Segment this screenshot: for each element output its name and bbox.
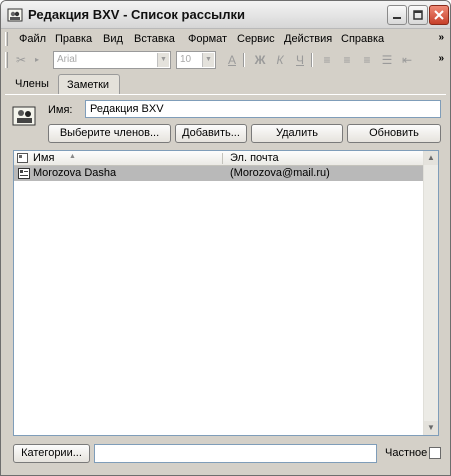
maximize-button[interactable] [408, 5, 428, 25]
toolbar-separator [243, 53, 245, 67]
menu-insert[interactable]: Вставка [134, 33, 175, 45]
vertical-scrollbar[interactable]: ▲ ▼ [423, 151, 438, 435]
align-right-icon[interactable]: ≡ [359, 52, 375, 68]
align-center-icon[interactable]: ≡ [339, 52, 355, 68]
menu-bar: Файл Правка Вид Вставка Формат Сервис Де… [1, 29, 450, 49]
close-icon [434, 10, 444, 20]
sort-ascending-icon: ▲ [69, 153, 76, 160]
list-header: Имя ▲ Эл. почта [14, 151, 424, 166]
menu-view[interactable]: Вид [103, 33, 123, 45]
menu-actions[interactable]: Действия [284, 33, 332, 45]
name-label: Имя: [48, 104, 73, 116]
title-bar[interactable]: Редакция BXV - Список рассылки [1, 1, 450, 29]
font-color-icon[interactable]: A [224, 52, 240, 68]
column-header-name[interactable]: Имя [33, 152, 54, 164]
menu-edit[interactable]: Правка [55, 33, 92, 45]
scroll-up-icon[interactable]: ▲ [424, 151, 438, 165]
contact-column-icon[interactable] [17, 153, 28, 163]
tab-members[interactable]: Члены [7, 74, 57, 94]
refresh-button[interactable]: Обновить [347, 124, 441, 143]
remove-button[interactable]: Удалить [251, 124, 343, 143]
menu-grip[interactable] [5, 32, 8, 46]
italic-button[interactable]: К [272, 52, 288, 68]
column-divider[interactable] [222, 153, 223, 164]
toolbar-separator [311, 53, 313, 67]
scroll-down-icon[interactable]: ▼ [424, 421, 438, 435]
menu-tools[interactable]: Сервис [237, 33, 275, 45]
window: Редакция BXV - Список рассылки Файл Прав… [0, 0, 451, 476]
align-left-icon[interactable]: ≡ [319, 52, 335, 68]
menu-help[interactable]: Справка [341, 33, 384, 45]
name-field[interactable]: Редакция BXV [85, 100, 441, 118]
add-button[interactable]: Добавить... [175, 124, 247, 143]
font-name-combo[interactable]: Arial ▼ [53, 51, 171, 69]
toolbar-grip[interactable] [5, 52, 8, 68]
private-checkbox[interactable] [429, 447, 441, 459]
contact-card-icon [12, 106, 36, 126]
close-button[interactable] [429, 5, 449, 25]
tab-notes[interactable]: Заметки [58, 74, 120, 94]
menu-file[interactable]: Файл [19, 33, 46, 45]
menu-format[interactable]: Формат [188, 33, 227, 45]
column-header-email[interactable]: Эл. почта [230, 152, 279, 164]
formatting-toolbar: ✂ ▸ Arial ▼ 10 ▼ A Ж К Ч ≡ ≡ ≡ ☰ ⇤ » [1, 49, 450, 71]
window-title: Редакция BXV - Список рассылки [28, 7, 246, 22]
private-label: Частное [385, 447, 428, 459]
categories-field[interactable] [94, 444, 377, 463]
list-item[interactable]: Morozova Dasha (Morozova@mail.ru) [14, 166, 424, 181]
toolbar-options-icon[interactable]: ▸ [29, 52, 45, 68]
contact-icon [18, 168, 30, 179]
member-name: Morozova Dasha [33, 167, 117, 179]
font-name-value: Arial [57, 54, 78, 65]
chevron-down-icon[interactable]: ▼ [202, 53, 214, 67]
underline-button[interactable]: Ч [292, 52, 308, 68]
bullets-icon[interactable]: ☰ [379, 52, 395, 68]
members-list[interactable]: Имя ▲ Эл. почта Morozova Dasha (Morozova… [13, 150, 439, 436]
indent-icon[interactable]: ⇤ [399, 52, 415, 68]
cut-icon[interactable]: ✂ [13, 52, 29, 68]
maximize-icon [413, 10, 423, 20]
font-size-combo[interactable]: 10 ▼ [176, 51, 216, 69]
font-size-value: 10 [180, 54, 192, 65]
menu-overflow-chevron[interactable]: » [438, 32, 444, 43]
select-members-button[interactable]: Выберите членов... [48, 124, 171, 143]
minimize-button[interactable] [387, 5, 407, 25]
minimize-icon [393, 17, 401, 19]
member-email: (Morozova@mail.ru) [230, 167, 330, 179]
toolbar-overflow-chevron[interactable]: » [438, 53, 444, 64]
chevron-down-icon[interactable]: ▼ [157, 53, 169, 67]
distribution-list-icon [7, 8, 23, 22]
bold-button[interactable]: Ж [252, 52, 268, 68]
categories-button[interactable]: Категории... [13, 444, 90, 463]
